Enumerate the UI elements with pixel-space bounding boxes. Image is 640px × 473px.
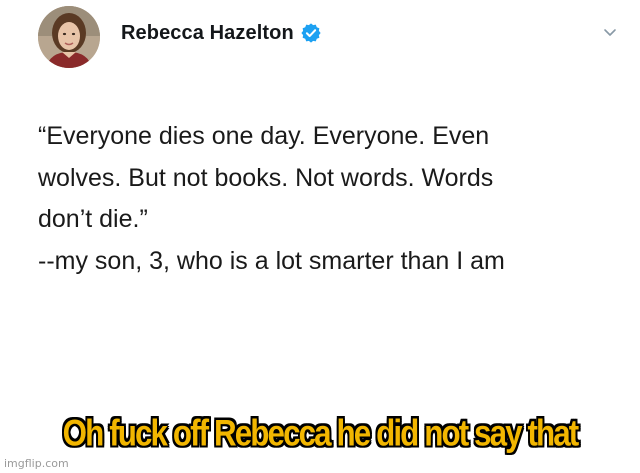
chevron-down-icon[interactable] — [602, 24, 618, 40]
tweet-text: “Everyone dies one day. Everyone. Even w… — [38, 116, 628, 282]
meme-caption: Oh fuck off Rebecca he did not say that — [62, 411, 580, 454]
tweet-text-line: --my son, 3, who is a lot smarter than I… — [38, 246, 505, 275]
tweet-card: Rebecca Hazelton “Everyone dies one day.… — [0, 0, 640, 473]
imgflip-watermark: imgflip.com — [4, 457, 69, 470]
display-name[interactable]: Rebecca Hazelton — [121, 22, 294, 45]
verified-badge-icon — [300, 22, 322, 44]
avatar[interactable] — [38, 6, 100, 68]
user-header: Rebecca Hazelton — [121, 20, 322, 46]
tweet-text-line: don’t die.” — [38, 205, 148, 233]
tweet-text-line: “Everyone dies one day. Everyone. Even — [38, 122, 490, 150]
tweet-text-line: wolves. But not books. Not words. Words — [38, 163, 494, 192]
avatar-image — [38, 6, 100, 68]
